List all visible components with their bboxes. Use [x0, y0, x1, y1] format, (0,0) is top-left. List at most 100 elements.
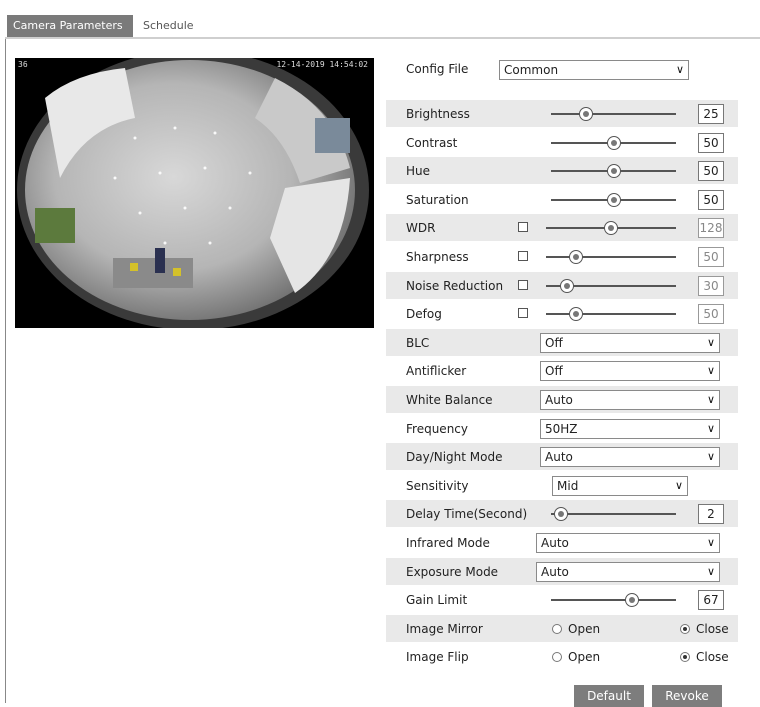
wdr-slider-thumb[interactable] — [604, 221, 618, 236]
gain-limit-value-input[interactable]: 67 — [698, 590, 724, 611]
wdr-value-input[interactable]: 128 — [698, 218, 724, 239]
saturation-slider-thumb[interactable] — [606, 192, 621, 207]
brightness-value-input[interactable]: 25 — [698, 104, 724, 124]
image-flip-open-radio-icon[interactable] — [552, 652, 562, 663]
saturation-row: Saturation 50 — [386, 186, 738, 214]
image-mirror-open-radio-icon[interactable] — [552, 623, 562, 634]
defog-row: Defog 50 — [386, 300, 738, 329]
blc-label: BLC — [406, 335, 430, 350]
delay-time-row: Delay Time(Second) 2 — [386, 500, 738, 529]
revoke-button[interactable]: Revoke — [652, 685, 722, 707]
defog-slider-track[interactable] — [546, 313, 676, 316]
infrared-mode-value: Auto — [541, 536, 569, 550]
white-balance-row: White Balance Auto ∨ — [386, 386, 738, 414]
config-file-value: Common — [504, 63, 559, 77]
hue-slider-thumb[interactable] — [606, 164, 621, 179]
day-night-mode-label: Day/Night Mode — [406, 450, 503, 465]
config-file-select[interactable]: Common ∨ — [499, 60, 689, 80]
contrast-label: Contrast — [406, 135, 458, 150]
gain-limit-row: Gain Limit 67 — [386, 586, 738, 615]
noise-reduction-slider-thumb[interactable] — [559, 278, 574, 293]
image-mirror-close-label[interactable]: Close — [696, 622, 729, 636]
antiflicker-value: Off — [545, 364, 563, 379]
exposure-mode-row: Exposure Mode Auto ∨ — [386, 557, 738, 586]
exposure-mode-select[interactable]: Auto ∨ — [536, 561, 720, 582]
brightness-label: Brightness — [406, 107, 470, 121]
noise-reduction-label: Noise Reduction — [406, 278, 504, 293]
defog-slider-thumb[interactable] — [569, 307, 584, 322]
sharpness-label: Sharpness — [406, 250, 469, 264]
chevron-down-icon: ∨ — [706, 450, 715, 464]
frequency-label: Frequency — [406, 421, 468, 436]
image-flip-row: Image Flip Open Close — [386, 643, 738, 672]
wdr-row: WDR 128 — [386, 214, 738, 243]
tab-schedule[interactable]: Schedule — [137, 15, 209, 37]
blc-value: Off — [545, 335, 563, 350]
hue-row: Hue 50 — [386, 157, 738, 186]
day-night-mode-select[interactable]: Auto ∨ — [540, 447, 720, 468]
antiflicker-row: Antiflicker Off ∨ — [386, 357, 738, 386]
sensitivity-select[interactable]: Mid ∨ — [552, 475, 688, 496]
defog-value-input[interactable]: 50 — [698, 304, 724, 325]
noise-reduction-checkbox-icon[interactable] — [518, 279, 528, 290]
wdr-checkbox-icon[interactable] — [518, 222, 528, 233]
config-file-label: Config File — [406, 62, 469, 76]
timestamp-label: 12-14-2019 14:54:02 — [276, 60, 368, 69]
sensitivity-label: Sensitivity — [406, 478, 469, 493]
image-mirror-close-radio-icon[interactable] — [680, 623, 690, 634]
wdr-label: WDR — [406, 221, 436, 236]
blc-row: BLC Off ∨ — [386, 328, 738, 357]
noise-reduction-value-input[interactable]: 30 — [698, 275, 724, 296]
tab-camera-parameters[interactable]: Camera Parameters — [7, 15, 133, 37]
image-flip-close-label[interactable]: Close — [696, 650, 729, 664]
contrast-value-input[interactable]: 50 — [698, 132, 724, 153]
infrared-mode-label: Infrared Mode — [406, 536, 490, 550]
infrared-mode-select[interactable]: Auto ∨ — [536, 533, 720, 553]
image-flip-open-label[interactable]: Open — [568, 650, 600, 664]
saturation-label: Saturation — [406, 192, 469, 207]
delay-time-slider-track[interactable] — [551, 513, 676, 516]
defog-label: Defog — [406, 307, 442, 322]
saturation-value-input[interactable]: 50 — [698, 189, 724, 210]
image-mirror-row: Image Mirror Open Close — [386, 614, 738, 643]
sharpness-slider-thumb[interactable] — [569, 250, 584, 264]
default-button[interactable]: Default — [574, 685, 644, 707]
infrared-mode-row: Infrared Mode Auto ∨ — [386, 529, 738, 557]
brightness-slider-thumb[interactable] — [578, 107, 593, 121]
chevron-down-icon: ∨ — [706, 335, 715, 349]
image-mirror-open-label[interactable]: Open — [568, 622, 600, 636]
sharpness-slider-track[interactable] — [546, 256, 676, 258]
sensitivity-value: Mid — [557, 478, 579, 493]
white-balance-select[interactable]: Auto ∨ — [540, 390, 720, 410]
chevron-down-icon: ∨ — [674, 478, 683, 492]
tab-bar: Camera Parameters Schedule — [5, 9, 760, 39]
white-balance-label: White Balance — [406, 393, 493, 407]
antiflicker-label: Antiflicker — [406, 364, 467, 379]
hue-value-input[interactable]: 50 — [698, 161, 724, 182]
exposure-mode-value: Auto — [541, 564, 569, 579]
delay-time-value-input[interactable]: 2 — [698, 504, 724, 525]
chevron-down-icon: ∨ — [675, 63, 684, 76]
contrast-slider-thumb[interactable] — [606, 135, 621, 150]
hue-label: Hue — [406, 164, 431, 179]
image-mirror-label: Image Mirror — [406, 621, 483, 636]
sharpness-value-input[interactable]: 50 — [698, 247, 724, 267]
sharpness-checkbox-icon[interactable] — [518, 251, 528, 261]
delay-time-slider-thumb[interactable] — [554, 507, 569, 522]
sharpness-row: Sharpness 50 — [386, 243, 738, 271]
blc-select[interactable]: Off ∨ — [540, 332, 720, 353]
image-flip-label: Image Flip — [406, 650, 469, 665]
noise-reduction-row: Noise Reduction 30 — [386, 271, 738, 300]
channel-label: 36 — [18, 60, 28, 69]
defog-checkbox-icon[interactable] — [518, 308, 528, 319]
exposure-mode-label: Exposure Mode — [406, 564, 499, 579]
image-flip-close-radio-icon[interactable] — [680, 652, 690, 663]
antiflicker-select[interactable]: Off ∨ — [540, 361, 720, 382]
gain-limit-slider-thumb[interactable] — [625, 593, 640, 608]
fisheye-image — [17, 58, 369, 328]
chevron-down-icon: ∨ — [706, 421, 715, 435]
brightness-slider-track[interactable] — [551, 113, 676, 115]
gain-limit-slider-track[interactable] — [551, 599, 676, 602]
frequency-select[interactable]: 50HZ ∨ — [540, 418, 720, 439]
frequency-value: 50HZ — [545, 421, 578, 436]
